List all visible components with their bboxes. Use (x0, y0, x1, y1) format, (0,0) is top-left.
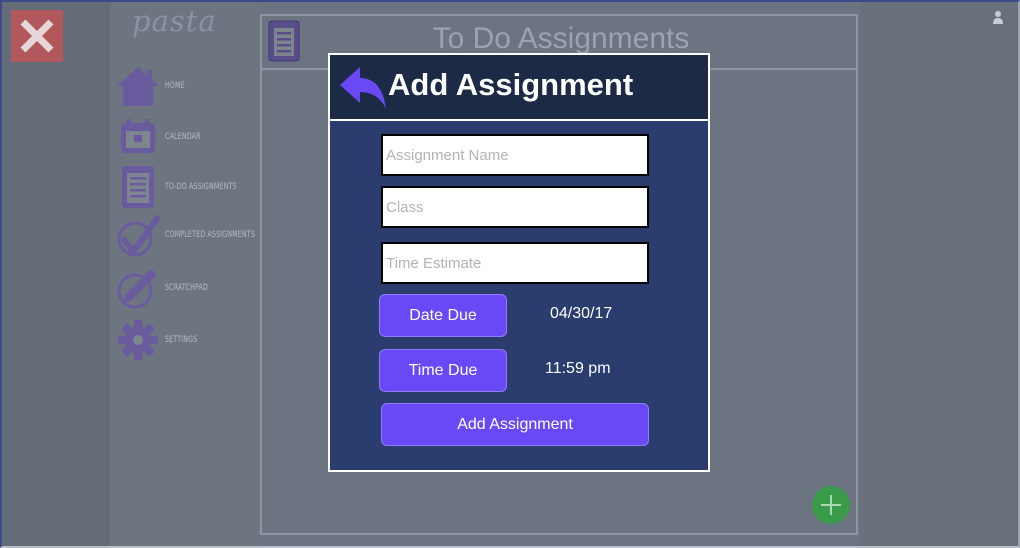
dialog-title: Add Assignment (388, 67, 634, 102)
add-assignment-button[interactable]: Add Assignment (381, 403, 649, 446)
date-due-value: 04/30/17 (550, 305, 613, 322)
right-gutter (860, 0, 1020, 547)
assignment-name-input[interactable] (381, 134, 649, 176)
time-estimate-input[interactable] (381, 242, 649, 284)
sidebar-item-todo[interactable]: TO-DO ASSIGNMENTS (114, 163, 257, 211)
gear-icon (114, 316, 162, 364)
close-button[interactable] (11, 10, 63, 62)
sidebar-item-label: HOME (165, 81, 185, 91)
add-assignment-fab[interactable] (812, 486, 850, 524)
plus-icon (821, 495, 841, 515)
back-button[interactable] (338, 65, 390, 113)
sidebar-item-label: SCRATCHPAD (165, 283, 209, 293)
page-title: To Do Assignments (432, 22, 690, 55)
time-due-value: 11:59 pm (545, 360, 611, 377)
dialog-header: Add Assignment (330, 55, 708, 121)
app-logo: pasta (132, 4, 217, 38)
home-icon (114, 62, 162, 110)
add-assignment-dialog: Add Assignment Date Due 04/30/17 Time Du… (328, 53, 710, 472)
sidebar-item-completed[interactable]: COMPLETED ASSIGNMENTS (114, 211, 280, 259)
user-icon[interactable] (992, 10, 1004, 24)
checkmark-icon (114, 211, 162, 259)
sidebar-item-label: COMPLETED ASSIGNMENTS (165, 230, 255, 240)
sidebar-item-label: TO-DO ASSIGNMENTS (165, 182, 237, 192)
sidebar-item-calendar[interactable]: CALENDAR (114, 113, 211, 161)
clipboard-icon (114, 163, 162, 211)
sidebar-item-settings[interactable]: SETTINGS (114, 316, 206, 364)
left-gutter (0, 0, 110, 547)
calendar-icon (114, 113, 162, 161)
class-input[interactable] (381, 186, 649, 228)
sidebar-item-label: CALENDAR (165, 132, 201, 142)
date-due-button[interactable]: Date Due (379, 294, 507, 337)
back-arrow-icon (340, 67, 386, 109)
sidebar-item-home[interactable]: HOME (114, 62, 190, 110)
app-screen: pasta HOME CALENDAR TO-DO ASSIGNMENTS CO… (0, 0, 1020, 548)
pencil-icon (114, 264, 162, 312)
close-icon (20, 19, 54, 53)
sidebar-item-scratchpad[interactable]: SCRATCHPAD (114, 264, 220, 312)
sidebar-item-label: SETTINGS (165, 335, 198, 345)
time-due-button[interactable]: Time Due (379, 349, 507, 392)
